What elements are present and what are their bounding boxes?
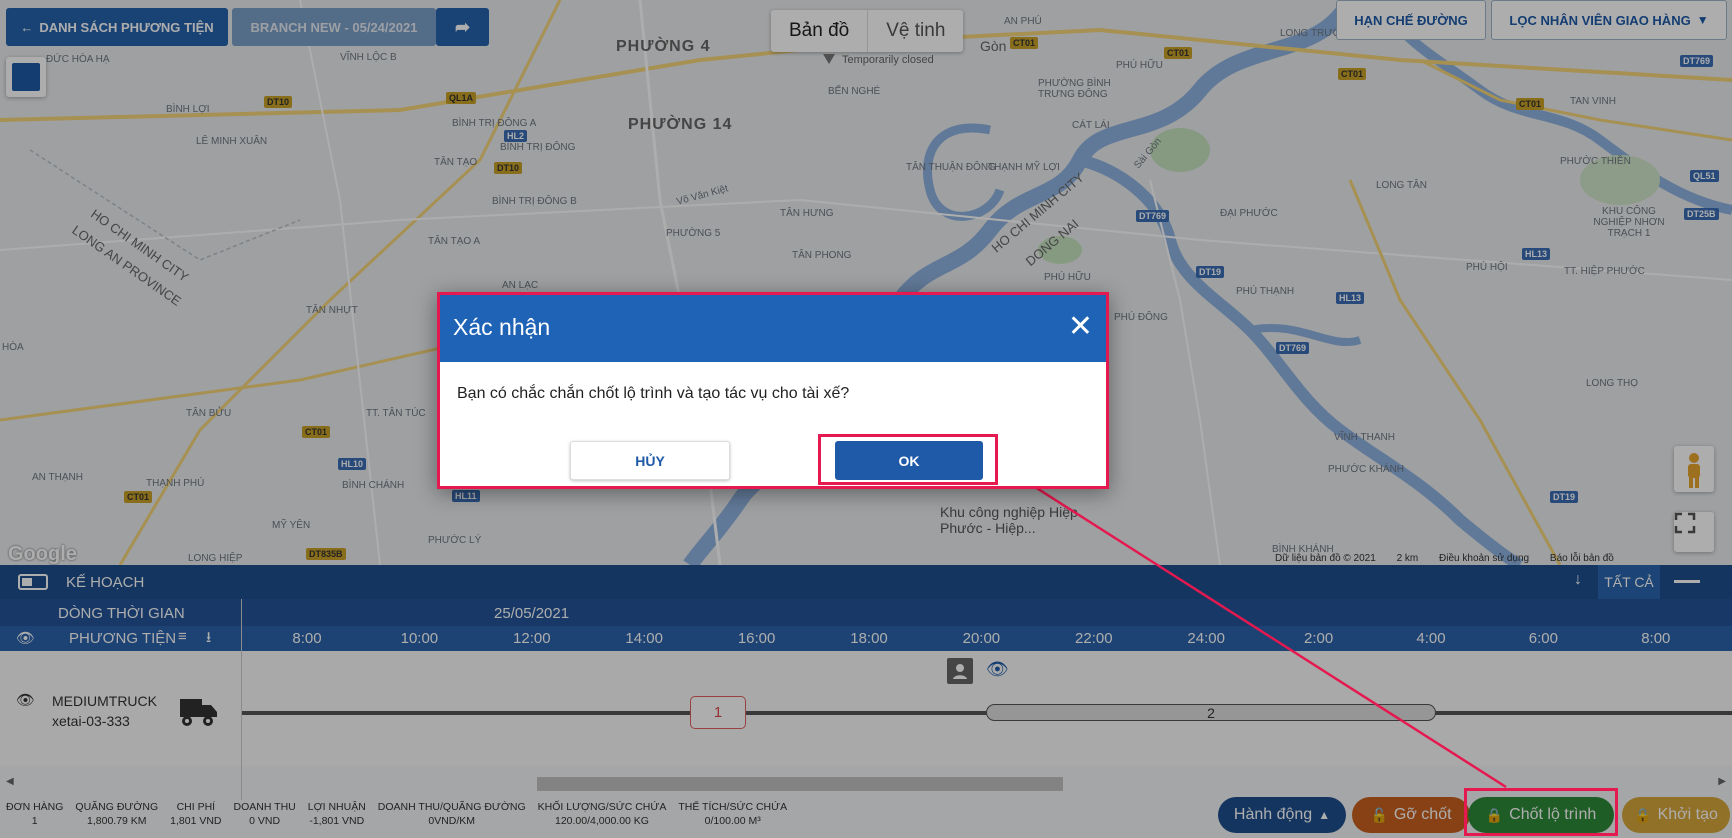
dialog-title: Xác nhận <box>453 313 551 340</box>
ok-button[interactable]: OK <box>835 441 983 480</box>
close-icon[interactable]: ✕ <box>1068 312 1093 342</box>
dialog-header: Xác nhận ✕ <box>437 292 1109 362</box>
cancel-button[interactable]: HỦY <box>570 441 730 480</box>
dialog-message: Bạn có chắc chắn chốt lộ trình và tạo tá… <box>457 385 850 402</box>
confirm-dialog: Xác nhận ✕ Bạn có chắc chắn chốt lộ trìn… <box>437 292 1109 489</box>
